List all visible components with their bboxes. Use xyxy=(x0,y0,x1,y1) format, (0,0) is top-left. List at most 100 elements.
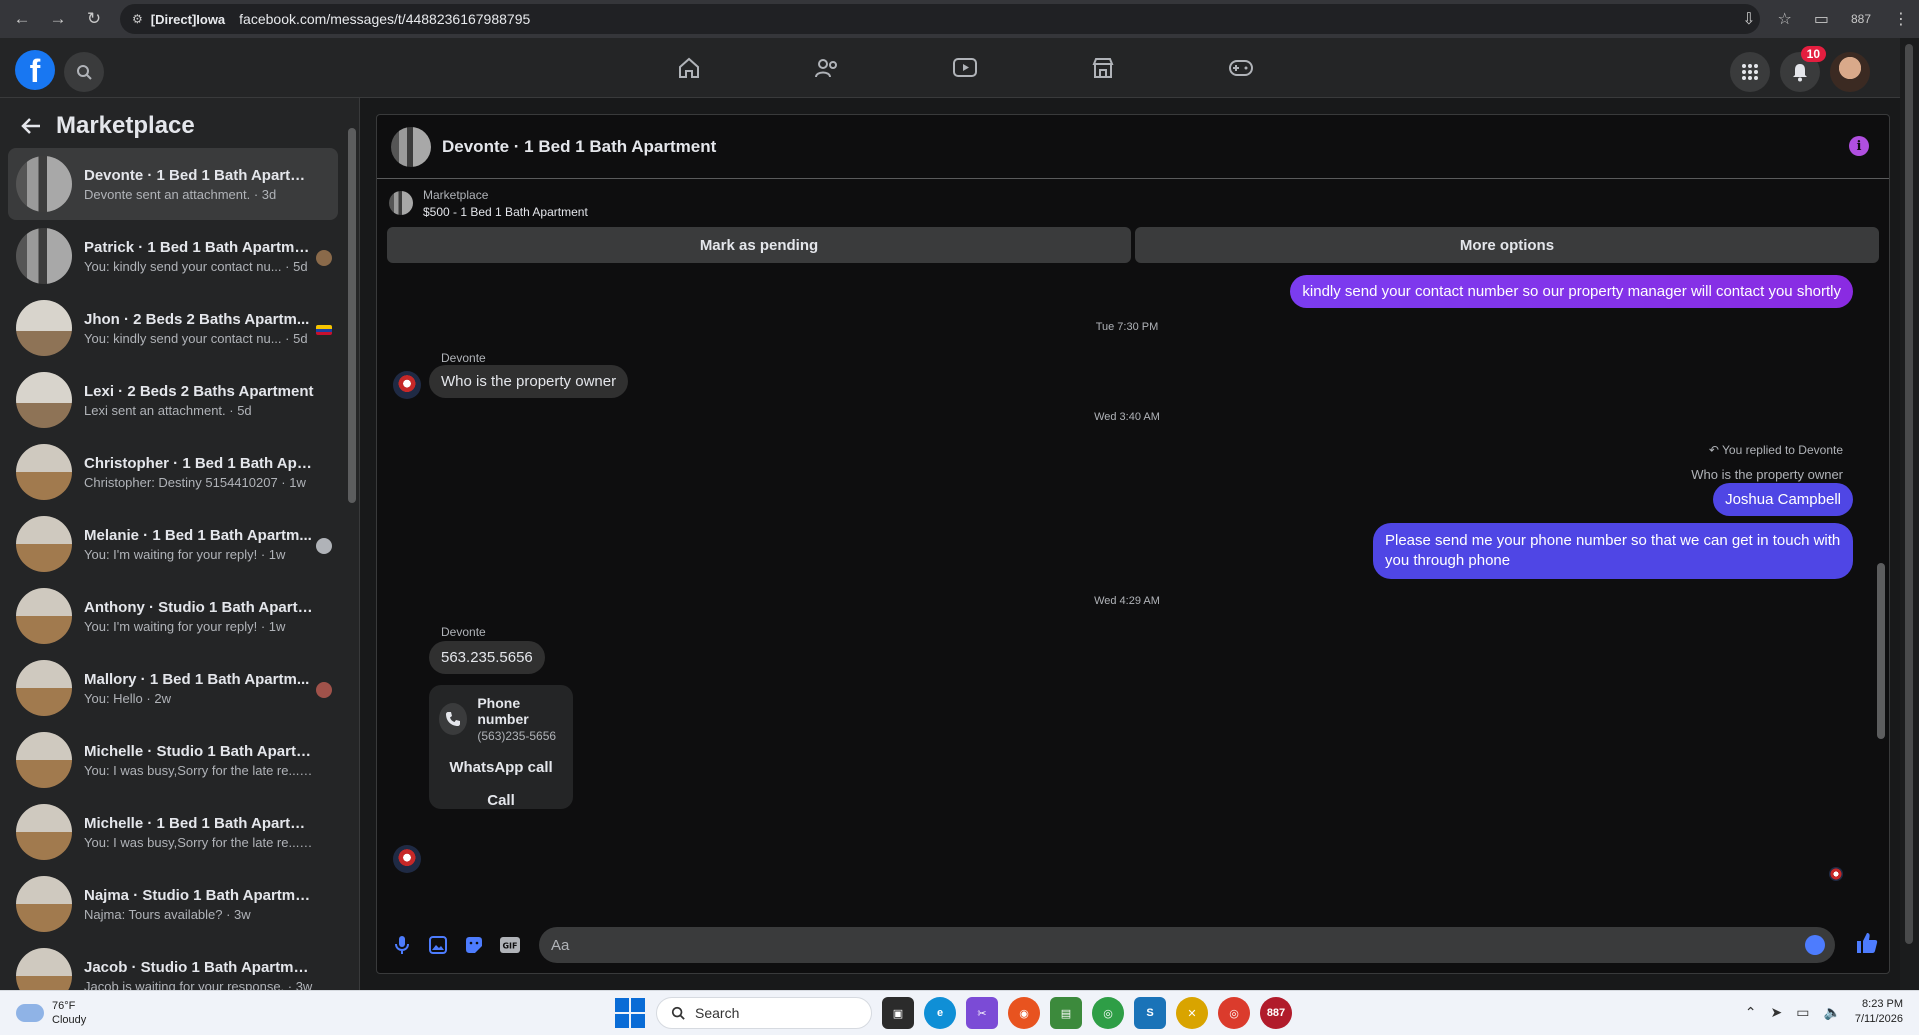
signal-app-icon[interactable]: S xyxy=(1134,997,1166,1029)
outgoing-message[interactable]: kindly send your contact number so our p… xyxy=(1290,275,1853,308)
back-icon[interactable]: ← xyxy=(8,5,36,33)
reload-icon[interactable]: ↻ xyxy=(80,5,108,33)
location-icon[interactable]: ➤ xyxy=(1770,1004,1782,1021)
conversation-item[interactable]: Patrick · 1 Bed 1 Bath Apartme... You: k… xyxy=(8,220,338,292)
chat-listing-thumbnail[interactable] xyxy=(391,126,431,167)
start-button[interactable] xyxy=(614,997,646,1029)
conversation-item[interactable]: Michelle · Studio 1 Bath Apartm... You: … xyxy=(8,724,338,796)
marketplace-icon[interactable] xyxy=(1034,38,1172,98)
install-icon[interactable]: ⇩ xyxy=(1742,9,1755,29)
conversation-item[interactable]: Mallory · 1 Bed 1 Bath Apartm... You: He… xyxy=(8,652,338,724)
conversation-preview: Lexi sent an attachment. · 5d xyxy=(84,402,252,418)
incoming-message[interactable]: 563.235.5656 xyxy=(429,641,545,674)
reply-note-text: You replied to Devonte xyxy=(1722,443,1843,457)
conversation-item[interactable]: Christopher · 1 Bed 1 Bath Apart... Chri… xyxy=(8,436,338,508)
notes-app-icon[interactable]: ▤ xyxy=(1050,997,1082,1029)
seen-avatar xyxy=(316,682,332,698)
gif-icon[interactable]: GIF xyxy=(497,932,523,958)
notifications-bell-icon[interactable]: 10 xyxy=(1780,46,1826,92)
conversation-item[interactable]: Najma · Studio 1 Bath Apartment Najma: T… xyxy=(8,868,338,940)
timestamp: Tue 7:30 PM xyxy=(1095,321,1159,333)
clock-time: 8:23 PM xyxy=(1862,998,1903,1010)
gaming-icon[interactable] xyxy=(1172,38,1310,98)
info-icon[interactable]: i xyxy=(1849,136,1869,156)
system-clock[interactable]: 8:23 PM 7/11/2026 xyxy=(1855,997,1903,1027)
taskbar-search[interactable]: Search xyxy=(656,997,872,1029)
quoted-message[interactable]: Who is the property owner xyxy=(1691,467,1843,482)
sticker-icon[interactable] xyxy=(461,932,487,958)
chrome-profile-r-icon[interactable]: ◎ xyxy=(1092,997,1124,1029)
account-avatar[interactable] xyxy=(1830,52,1870,92)
listing-thumbnail xyxy=(389,191,413,215)
weather-widget[interactable]: 76°F Cloudy xyxy=(16,999,86,1027)
x-app-icon[interactable]: ✕ xyxy=(1176,997,1208,1029)
photo-icon[interactable] xyxy=(425,932,451,958)
whatsapp-call-button[interactable]: WhatsApp call xyxy=(429,759,573,776)
microphone-icon[interactable] xyxy=(389,932,415,958)
conversation-name: Christopher · 1 Bed 1 Bath Apart... xyxy=(84,454,314,472)
conversation-item[interactable]: Michelle · 1 Bed 1 Bath Apartment You: I… xyxy=(8,796,338,868)
page-scrollbar-thumb[interactable] xyxy=(1905,44,1913,944)
conversation-preview: You: I was busy,Sorry for the late re...… xyxy=(84,834,314,850)
conversation-preview: Christopher: Destiny 5154410207 · 1w xyxy=(84,474,306,490)
call-button[interactable]: Call xyxy=(429,792,573,809)
friends-icon[interactable] xyxy=(758,38,896,98)
home-icon[interactable] xyxy=(620,38,758,98)
outgoing-message[interactable]: Joshua Campbell xyxy=(1713,483,1853,516)
network-icon[interactable]: ▭ xyxy=(1796,1004,1809,1021)
phone-card-number: (563)235-5656 xyxy=(477,729,557,743)
sidebar-scrollbar[interactable] xyxy=(348,128,356,503)
volume-icon[interactable]: 🔈 xyxy=(1823,1004,1840,1021)
thumbs-up-icon[interactable] xyxy=(1855,931,1879,960)
conversation-item[interactable]: Jacob · Studio 1 Bath Apartment Jacob is… xyxy=(8,940,338,990)
listing-thumbnail xyxy=(16,372,72,428)
facebook-logo-icon[interactable]: f xyxy=(15,50,55,90)
chrome-profile-icon[interactable]: ◎ xyxy=(1218,997,1250,1029)
listing-thumbnail xyxy=(16,660,72,716)
emoji-icon[interactable] xyxy=(1805,935,1825,955)
conversation-item[interactable]: Anthony · Studio 1 Bath Apartm... You: I… xyxy=(8,580,338,652)
listing-summary[interactable]: Marketplace $500 - 1 Bed 1 Bath Apartmen… xyxy=(377,179,1889,227)
extension-count[interactable]: 887 xyxy=(1851,12,1871,26)
badge-app-icon[interactable]: 887 xyxy=(1260,997,1292,1029)
conversation-item[interactable]: Jhon · 2 Beds 2 Baths Apartm... You: kin… xyxy=(8,292,338,364)
more-options-button[interactable]: More options xyxy=(1135,227,1879,263)
back-arrow-icon[interactable] xyxy=(20,117,42,135)
task-view-icon[interactable]: ▣ xyxy=(882,997,914,1029)
conversation-item[interactable]: Lexi · 2 Beds 2 Baths Apartment Lexi sen… xyxy=(8,364,338,436)
outgoing-message[interactable]: Please send me your phone number so that… xyxy=(1373,523,1853,579)
url-text[interactable]: facebook.com/messages/t/4488236167988795 xyxy=(239,11,530,27)
snipping-tool-icon[interactable]: ✂ xyxy=(966,997,998,1029)
facebook-header: f 10 xyxy=(0,38,1900,98)
address-bar[interactable]: ⚙ [Direct]Iowa facebook.com/messages/t/4… xyxy=(120,4,1760,34)
tab-search-icon[interactable]: ▭ xyxy=(1814,9,1829,29)
notifications-badge: 10 xyxy=(1800,46,1826,62)
conversation-item[interactable]: Melanie · 1 Bed 1 Bath Apartm... You: I'… xyxy=(8,508,338,580)
menu-grid-icon[interactable] xyxy=(1730,52,1770,92)
bookmark-star-icon[interactable]: ☆ xyxy=(1778,9,1792,29)
edge-icon[interactable]: e xyxy=(924,997,956,1029)
tray-overflow-icon[interactable]: ⌃ xyxy=(1745,1004,1757,1021)
site-info-icon[interactable]: ⚙ xyxy=(132,12,143,26)
sidebar-title: Marketplace xyxy=(56,112,195,139)
mark-pending-button[interactable]: Mark as pending xyxy=(387,227,1131,263)
forward-icon[interactable]: → xyxy=(44,5,72,33)
browser-menu-icon[interactable]: ⋮ xyxy=(1893,9,1909,29)
conversation-name: Lexi · 2 Beds 2 Baths Apartment xyxy=(84,382,314,400)
conversation-name: Melanie · 1 Bed 1 Bath Apartm... xyxy=(84,526,312,544)
message-input[interactable]: Aa xyxy=(539,927,1835,963)
chat-title[interactable]: Devonte · 1 Bed 1 Bath Apartment xyxy=(442,137,716,157)
conversation-name: Mallory · 1 Bed 1 Bath Apartm... xyxy=(84,670,310,688)
page-scrollbar[interactable] xyxy=(1900,38,1919,990)
chat-scrollbar[interactable] xyxy=(1877,343,1885,743)
conversation-item[interactable]: Devonte · 1 Bed 1 Bath Apartment Devonte… xyxy=(8,148,338,220)
sender-name: Devonte xyxy=(441,625,486,639)
firefox-icon[interactable]: ◉ xyxy=(1008,997,1040,1029)
incoming-message[interactable]: Who is the property owner xyxy=(429,365,629,398)
search-icon[interactable] xyxy=(64,52,104,92)
sender-avatar[interactable] xyxy=(393,371,421,399)
sender-avatar[interactable] xyxy=(393,845,421,873)
chat-scrollbar-thumb[interactable] xyxy=(1877,563,1885,739)
conversation-list: Devonte · 1 Bed 1 Bath Apartment Devonte… xyxy=(8,148,338,990)
watch-icon[interactable] xyxy=(896,38,1034,98)
